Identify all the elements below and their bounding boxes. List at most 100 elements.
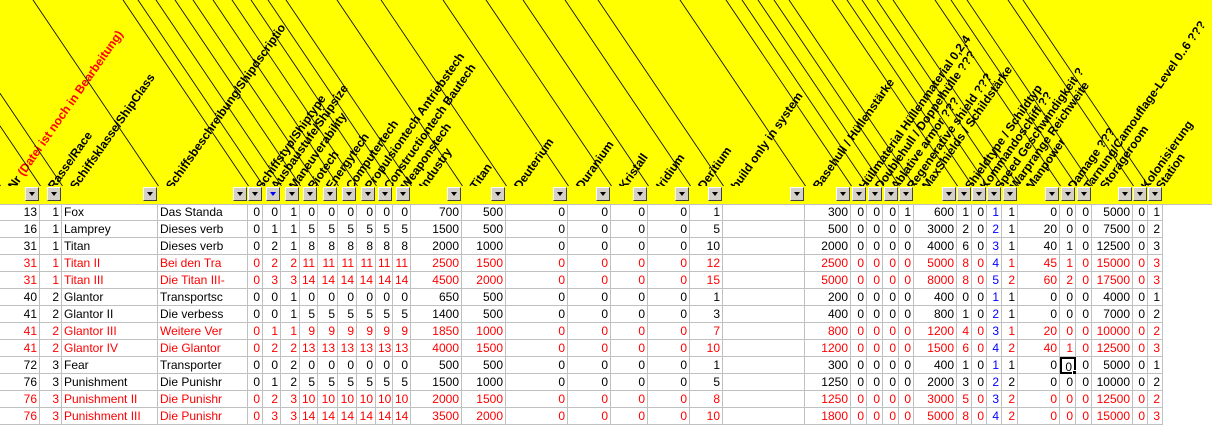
- cell-c26[interactable]: 0: [899, 306, 914, 323]
- cell-c21[interactable]: [723, 340, 805, 357]
- cell-c4[interactable]: Die Punishr: [158, 374, 248, 391]
- cell-c14[interactable]: 1500: [411, 221, 462, 238]
- cell-c31[interactable]: 1: [1002, 221, 1018, 238]
- cell-c33[interactable]: 0: [1060, 374, 1076, 391]
- cell-c6[interactable]: 0: [263, 289, 281, 306]
- cell-c25[interactable]: 0: [883, 391, 899, 408]
- cell-c24[interactable]: 0: [867, 357, 883, 374]
- cell-c20[interactable]: 12: [690, 255, 723, 272]
- cell-c11[interactable]: 0: [357, 204, 376, 221]
- cell-c37[interactable]: 2: [1148, 306, 1163, 323]
- filter-button-c4[interactable]: [233, 187, 247, 201]
- cell-c26[interactable]: 0: [899, 408, 914, 425]
- cell-c29[interactable]: 0: [972, 221, 987, 238]
- cell-c28[interactable]: 5: [957, 391, 972, 408]
- cell-c1[interactable]: 31: [0, 255, 40, 272]
- cell-c26[interactable]: 0: [899, 340, 914, 357]
- cell-c8[interactable]: 0: [300, 204, 318, 221]
- cell-c32[interactable]: 0: [1018, 374, 1060, 391]
- cell-c12[interactable]: 14: [376, 408, 393, 425]
- cell-c20[interactable]: 15: [690, 272, 723, 289]
- cell-c1[interactable]: 41: [0, 340, 40, 357]
- cell-c10[interactable]: 5: [338, 374, 357, 391]
- cell-c14[interactable]: 3500: [411, 408, 462, 425]
- cell-c29[interactable]: 0: [972, 204, 987, 221]
- cell-c26[interactable]: 0: [899, 374, 914, 391]
- cell-c22[interactable]: 1250: [805, 374, 851, 391]
- cell-c10[interactable]: 9: [338, 323, 357, 340]
- cell-c32[interactable]: 0: [1018, 204, 1060, 221]
- cell-c34[interactable]: 0: [1076, 255, 1092, 272]
- cell-c4[interactable]: Die Glantor: [158, 340, 248, 357]
- cell-c19[interactable]: 0: [648, 374, 690, 391]
- cell-c18[interactable]: 0: [611, 323, 648, 340]
- cell-c13[interactable]: 5: [393, 374, 411, 391]
- cell-c36[interactable]: 0: [1133, 357, 1148, 374]
- cell-c35[interactable]: 7500: [1092, 221, 1133, 238]
- cell-c21[interactable]: [723, 323, 805, 340]
- cell-c3[interactable]: Lamprey: [62, 221, 158, 238]
- cell-c20[interactable]: 5: [690, 221, 723, 238]
- cell-c11[interactable]: 5: [357, 374, 376, 391]
- cell-c3[interactable]: Punishment II: [62, 391, 158, 408]
- cell-c26[interactable]: 0: [899, 238, 914, 255]
- cell-c22[interactable]: 5000: [805, 272, 851, 289]
- filter-button-c18[interactable]: [633, 187, 647, 201]
- filter-button-c13[interactable]: [396, 187, 410, 201]
- cell-c35[interactable]: 4000: [1092, 289, 1133, 306]
- cell-c15[interactable]: 1000: [462, 374, 506, 391]
- cell-c24[interactable]: 0: [867, 391, 883, 408]
- cell-c11[interactable]: 9: [357, 323, 376, 340]
- cell-c27[interactable]: 400: [914, 289, 957, 306]
- cell-c5[interactable]: 0: [248, 357, 263, 374]
- cell-c27[interactable]: 2000: [914, 374, 957, 391]
- cell-c13[interactable]: 9: [393, 323, 411, 340]
- cell-c2[interactable]: 2: [40, 323, 62, 340]
- cell-c33[interactable]: 0: [1060, 306, 1076, 323]
- cell-c6[interactable]: 2: [263, 391, 281, 408]
- cell-c25[interactable]: 0: [883, 289, 899, 306]
- cell-c6[interactable]: 1: [263, 374, 281, 391]
- cell-c24[interactable]: 0: [867, 340, 883, 357]
- cell-c28[interactable]: 3: [957, 374, 972, 391]
- cell-c4[interactable]: Dieses verb: [158, 221, 248, 238]
- cell-c12[interactable]: 13: [376, 340, 393, 357]
- cell-c19[interactable]: 0: [648, 357, 690, 374]
- cell-c10[interactable]: 10: [338, 391, 357, 408]
- cell-c36[interactable]: 0: [1133, 323, 1148, 340]
- cell-c35[interactable]: 5000: [1092, 357, 1133, 374]
- cell-c3[interactable]: Titan II: [62, 255, 158, 272]
- cell-c30[interactable]: 3: [987, 238, 1002, 255]
- cell-c22[interactable]: 400: [805, 306, 851, 323]
- cell-c1[interactable]: 31: [0, 272, 40, 289]
- cell-c22[interactable]: 1250: [805, 391, 851, 408]
- cell-c21[interactable]: [723, 408, 805, 425]
- cell-c13[interactable]: 5: [393, 306, 411, 323]
- cell-c28[interactable]: 0: [957, 289, 972, 306]
- cell-c27[interactable]: 1500: [914, 340, 957, 357]
- cell-c26[interactable]: 0: [899, 255, 914, 272]
- cell-c15[interactable]: 2000: [462, 408, 506, 425]
- cell-c36[interactable]: 0: [1133, 374, 1148, 391]
- cell-c21[interactable]: [723, 391, 805, 408]
- cell-c30[interactable]: 4: [987, 340, 1002, 357]
- cell-c12[interactable]: 0: [376, 289, 393, 306]
- cell-c4[interactable]: Dieses verb: [158, 238, 248, 255]
- cell-c22[interactable]: 300: [805, 204, 851, 221]
- filter-button-c1[interactable]: [25, 187, 39, 201]
- cell-c32[interactable]: 0: [1018, 289, 1060, 306]
- cell-c14[interactable]: 2000: [411, 238, 462, 255]
- filter-button-c11[interactable]: [361, 187, 375, 201]
- cell-c31[interactable]: 1: [1002, 204, 1018, 221]
- cell-c30[interactable]: 4: [987, 408, 1002, 425]
- cell-c21[interactable]: [723, 357, 805, 374]
- cell-c4[interactable]: Die Titan III-: [158, 272, 248, 289]
- cell-c15[interactable]: 500: [462, 357, 506, 374]
- cell-c20[interactable]: 3: [690, 306, 723, 323]
- cell-c34[interactable]: 0: [1076, 323, 1092, 340]
- cell-c14[interactable]: 4500: [411, 272, 462, 289]
- cell-c15[interactable]: 500: [462, 221, 506, 238]
- cell-c16[interactable]: 0: [506, 238, 568, 255]
- cell-c17[interactable]: 0: [568, 306, 611, 323]
- cell-c1[interactable]: 76: [0, 391, 40, 408]
